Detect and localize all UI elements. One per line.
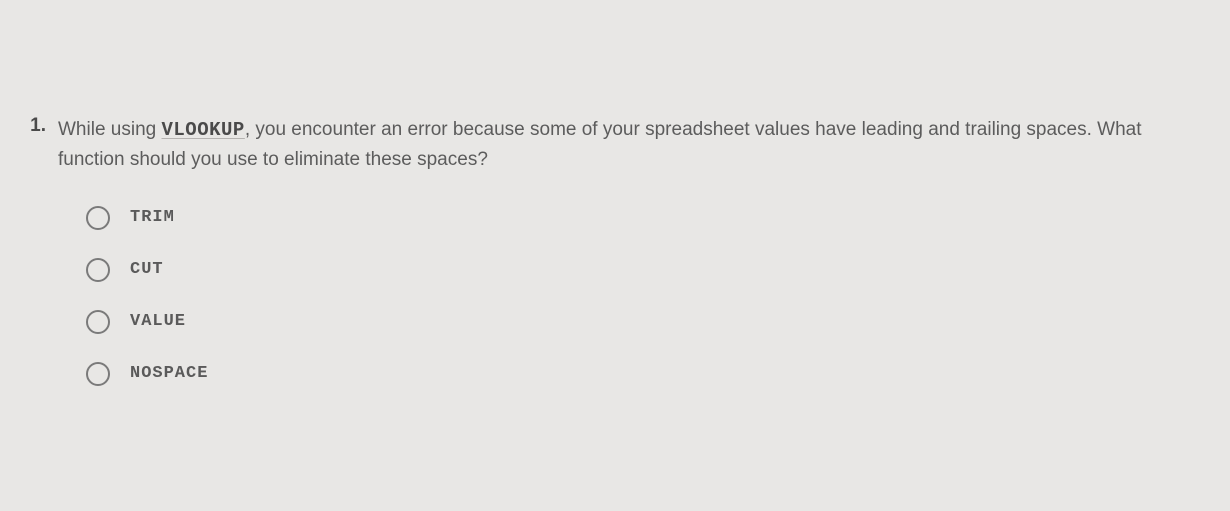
question-container: 1. While using VLOOKUP, you encounter an… [0,0,1230,454]
option-label: CUT [130,260,164,279]
question-number: 1. [24,115,46,137]
code-word-vlookup: VLOOKUP [162,119,245,141]
option-row-cut[interactable]: CUT [86,258,1182,282]
options-list: TRIM CUT VALUE NOSPACE [86,206,1182,386]
question-text-before: While using [58,119,162,140]
option-label: VALUE [130,312,186,331]
option-label: TRIM [130,208,175,227]
radio-button[interactable] [86,206,110,230]
question-text: While using VLOOKUP, you encounter an er… [58,115,1182,176]
question-row: 1. While using VLOOKUP, you encounter an… [24,115,1182,176]
radio-button[interactable] [86,258,110,282]
option-row-trim[interactable]: TRIM [86,206,1182,230]
radio-button[interactable] [86,362,110,386]
option-label: NOSPACE [130,364,208,383]
option-row-value[interactable]: VALUE [86,310,1182,334]
option-row-nospace[interactable]: NOSPACE [86,362,1182,386]
radio-button[interactable] [86,310,110,334]
